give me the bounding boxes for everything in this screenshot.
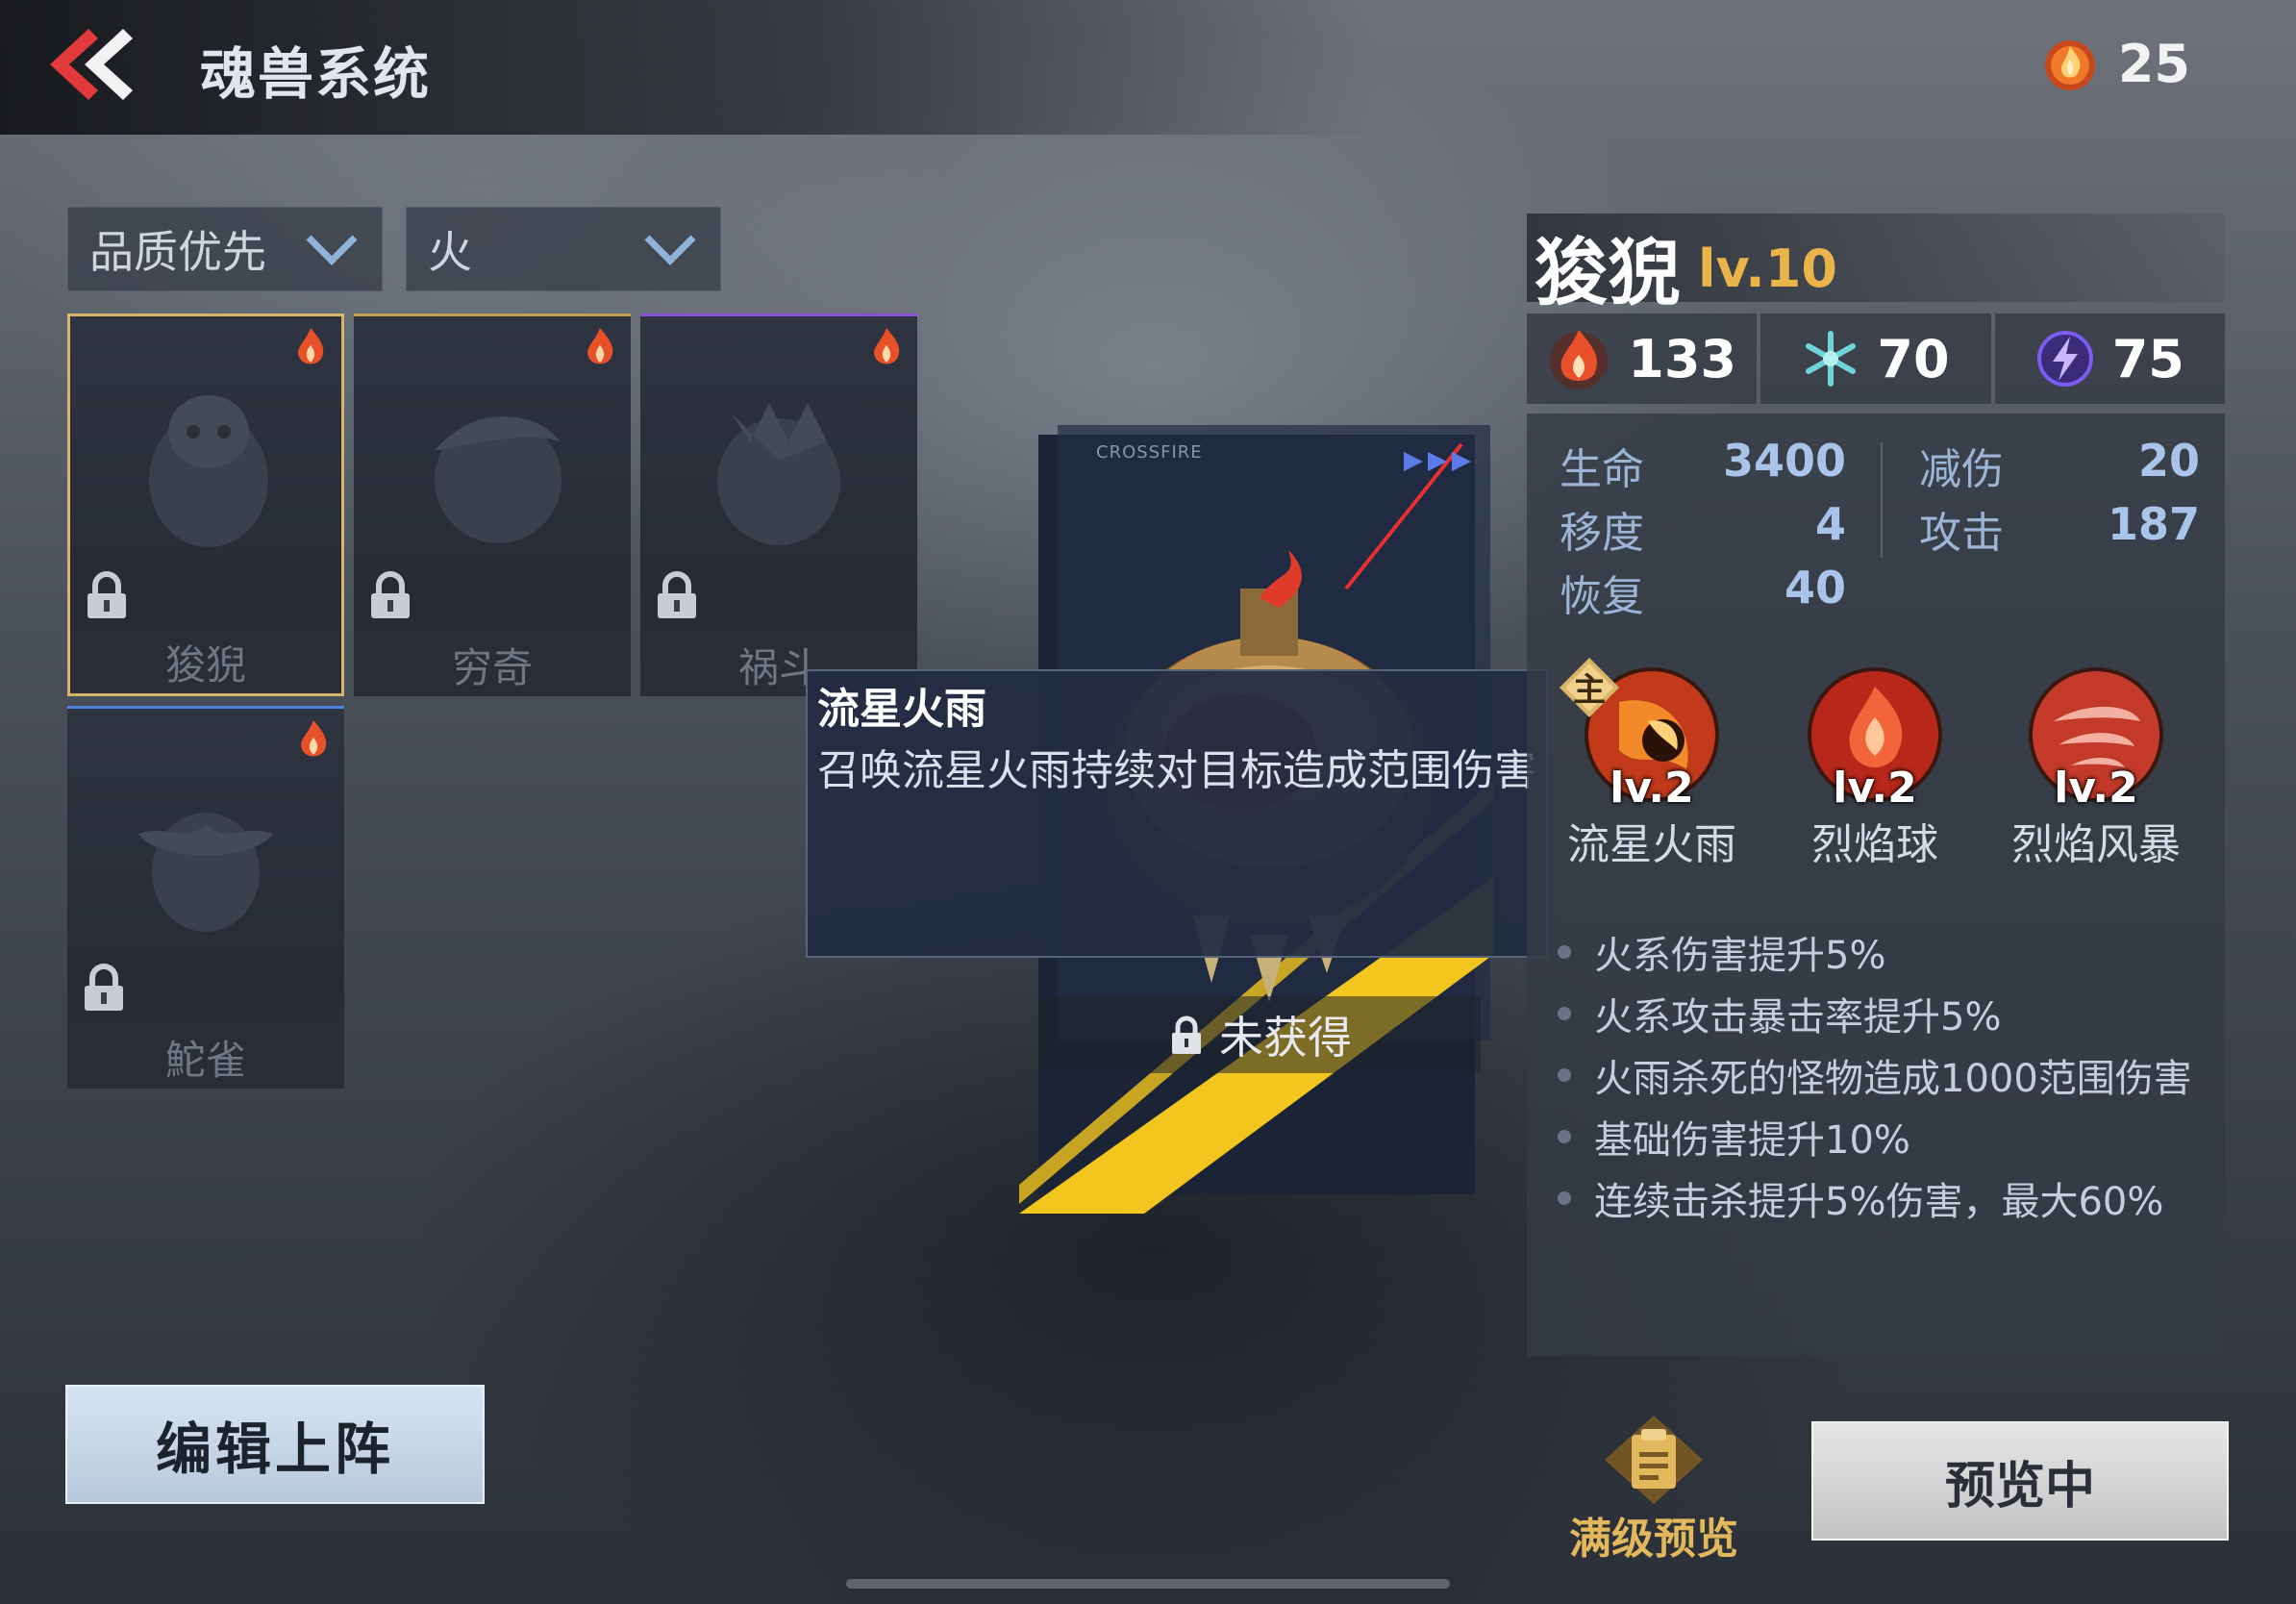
- lock-icon: [371, 571, 410, 618]
- preview-button-label: 预览中: [1944, 1457, 2095, 1516]
- fire-element-value: 133: [1628, 328, 1737, 389]
- list-item: 基础伤害提升10%: [1558, 1106, 2211, 1167]
- stat-speed-value: 4: [1814, 498, 1846, 550]
- preview-button[interactable]: 预览中: [1811, 1421, 2229, 1541]
- fire-element-icon: [298, 328, 324, 364]
- beast-silhouette: [717, 403, 840, 545]
- double-chevron-left-icon: [50, 29, 133, 100]
- ice-element-value: 70: [1877, 328, 1950, 389]
- currency-value: 25: [2117, 33, 2190, 94]
- beast-card[interactable]: 鮀雀: [67, 706, 344, 1089]
- chevron-down-icon: [306, 235, 358, 265]
- beast-name: 穷奇: [451, 643, 533, 691]
- tooltip-description: 召唤流星火雨持续对目标造成范围伤害: [817, 745, 1536, 795]
- list-item: 火系伤害提升5%: [1558, 921, 2211, 983]
- fire-element-icon: [587, 328, 613, 364]
- lock-icon: [1172, 1015, 1201, 1054]
- stat-attack-label: 攻击: [1919, 509, 2004, 558]
- beast-detail-level: lv.10: [1698, 238, 1837, 299]
- not-obtained-label: 未获得: [1219, 1012, 1352, 1064]
- lightning-element-stat: 75: [1994, 313, 2225, 404]
- skill-flame-storm[interactable]: lv.2 烈焰风暴: [2000, 664, 2192, 871]
- skill-level: lv.2: [2054, 764, 2138, 813]
- edit-lineup-label: 编辑上阵: [155, 1416, 394, 1482]
- lock-icon: [87, 571, 126, 618]
- quality-filter-label: 品质优先: [89, 226, 266, 278]
- stat-recover-value: 40: [1784, 562, 1846, 614]
- element-filter-dropdown[interactable]: 火: [406, 207, 721, 291]
- beast-name: 鮀雀: [164, 1036, 246, 1084]
- stat-recover-label: 恢复: [1560, 572, 1644, 621]
- stat-hp-label: 生命: [1560, 445, 1644, 494]
- fire-element-icon: [301, 720, 327, 757]
- full-level-preview-label: 满级预览: [1569, 1515, 1738, 1564]
- beast-silhouette: [138, 813, 273, 932]
- main-skill-badge: 主: [1558, 656, 1621, 719]
- ice-element-icon: [1806, 331, 1857, 387]
- back-button[interactable]: [38, 21, 144, 108]
- skill-name: 烈焰球: [1811, 820, 1938, 869]
- tooltip-title: 流星火雨: [817, 685, 986, 734]
- skill-tooltip: 流星火雨 召唤流星火雨持续对目标造成范围伤害: [806, 669, 1548, 958]
- lock-icon: [658, 571, 696, 618]
- stat-hp-value: 3400: [1722, 435, 1846, 487]
- stat-dmg-reduce-label: 减伤: [1919, 445, 2004, 494]
- ice-element-stat: 70: [1760, 313, 1991, 404]
- beast-name: 狻猊: [164, 640, 246, 689]
- fire-coin-icon: [2044, 40, 2095, 90]
- element-stats-row: 133 70 75: [1527, 313, 2225, 404]
- home-indicator[interactable]: [846, 1579, 1450, 1589]
- beast-silhouette: [149, 395, 268, 547]
- edit-lineup-button[interactable]: 编辑上阵: [65, 1385, 485, 1504]
- item-brand: CROSSFIRE: [1096, 442, 1203, 463]
- list-item: 火雨杀死的怪物造成1000范围伤害: [1558, 1044, 2211, 1106]
- beast-card[interactable]: 狻猊: [67, 313, 344, 696]
- main-badge-label: 主: [1573, 671, 1606, 710]
- fire-element-icon: [1550, 330, 1609, 389]
- fire-element-icon: [874, 328, 900, 364]
- stat-divider: [1881, 442, 1883, 558]
- beast-detail-name: 狻猊: [1535, 230, 1681, 315]
- stat-attack-value: 187: [2107, 498, 2200, 550]
- skill-name: 流星火雨: [1567, 820, 1736, 869]
- list-item: 连续击杀提升5%伤害，最大60%: [1558, 1167, 2211, 1229]
- skill-name: 烈焰风暴: [2011, 820, 2181, 869]
- skill-fireball[interactable]: lv.2 烈焰球: [1779, 664, 1971, 871]
- lightning-element-icon: [2036, 331, 2093, 387]
- fire-element-stat: 133: [1527, 313, 1758, 404]
- skill-level: lv.2: [1833, 764, 1917, 813]
- currency-display: 25: [2039, 33, 2190, 94]
- clipboard-icon: [1605, 1416, 1703, 1504]
- beast-silhouette: [435, 416, 562, 543]
- page-title: 魂兽系统: [200, 41, 432, 107]
- beast-card[interactable]: 穷奇: [354, 313, 631, 696]
- list-item: 火系攻击暴击率提升5%: [1558, 983, 2211, 1044]
- element-filter-label: 火: [428, 226, 472, 278]
- bonus-list: 火系伤害提升5% 火系攻击暴击率提升5% 火雨杀死的怪物造成1000范围伤害 基…: [1558, 921, 2211, 1229]
- chevron-down-icon: [644, 235, 696, 265]
- stat-dmg-reduce-value: 20: [2137, 435, 2200, 487]
- beast-card[interactable]: 祸斗: [640, 313, 917, 696]
- not-obtained-banner: 未获得: [1038, 996, 1481, 1073]
- stat-speed-label: 移度: [1560, 509, 1644, 558]
- full-level-preview-button[interactable]: 满级预览: [1558, 1414, 1750, 1564]
- lock-icon: [85, 964, 123, 1011]
- lightning-element-value: 75: [2111, 328, 2184, 389]
- skill-level: lv.2: [1610, 764, 1694, 813]
- quality-filter-dropdown[interactable]: 品质优先: [67, 207, 383, 291]
